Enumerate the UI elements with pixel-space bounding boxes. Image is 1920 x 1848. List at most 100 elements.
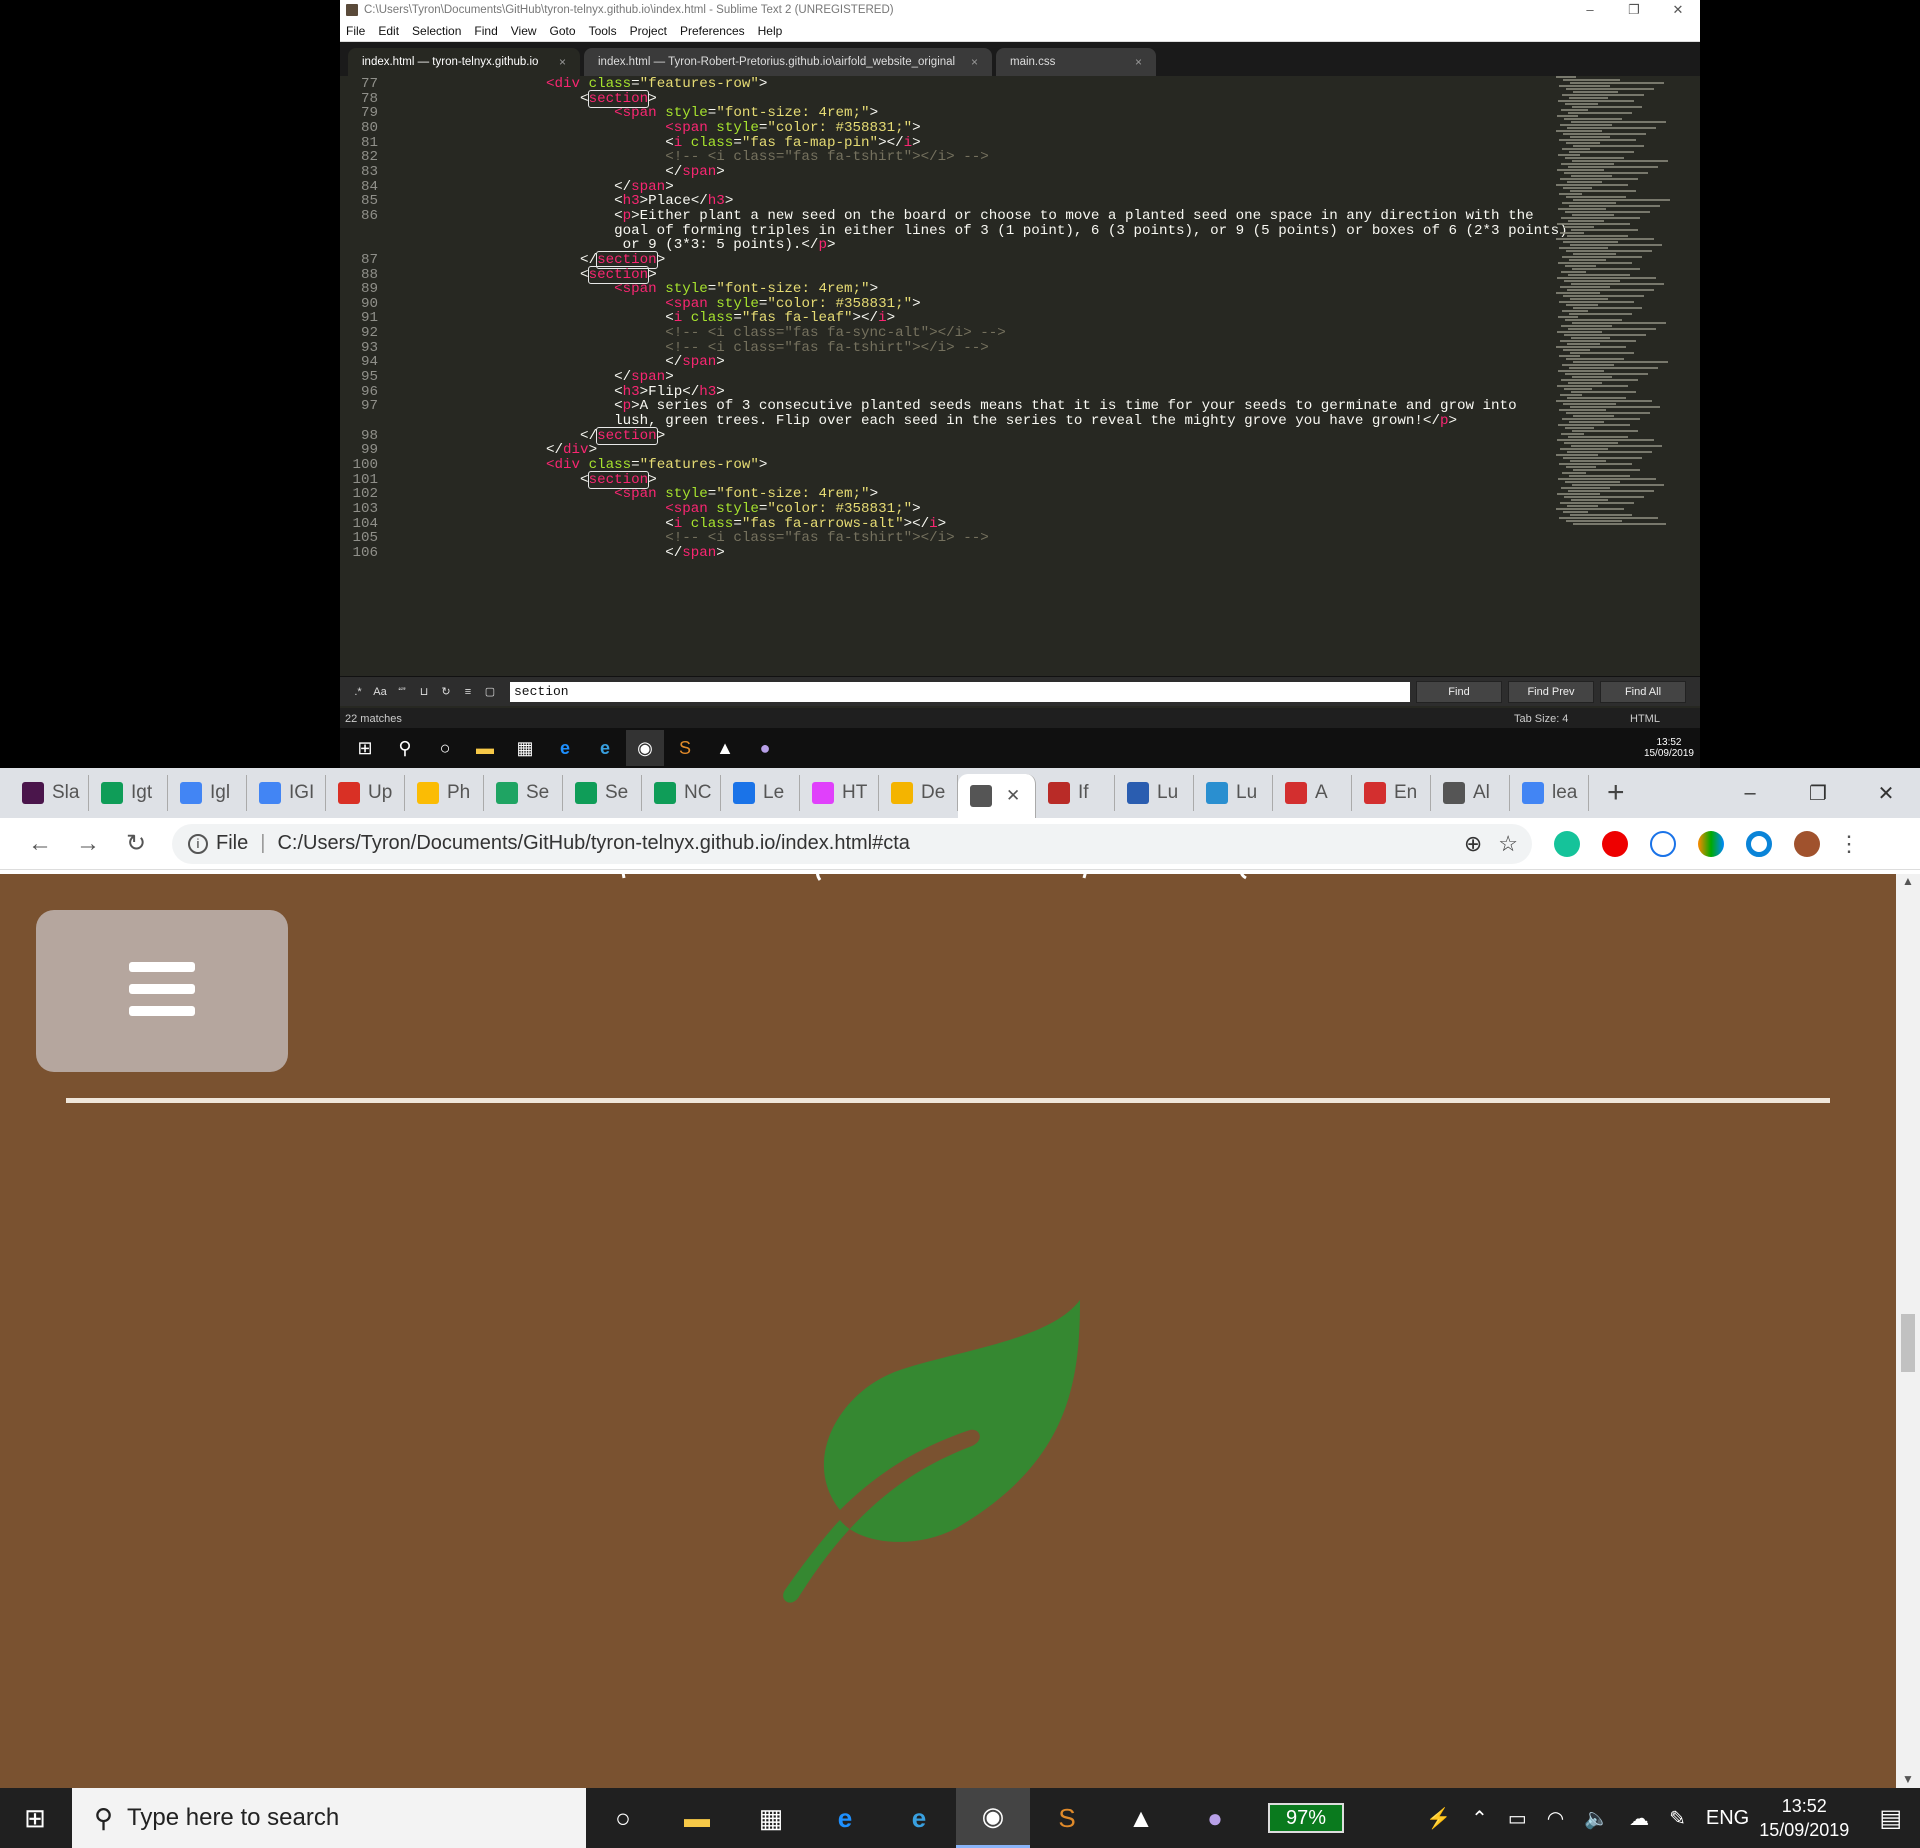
menu-tools[interactable]: Tools [589, 24, 617, 38]
code-line[interactable]: </span> [546, 354, 725, 370]
browser-tab[interactable]: Se [484, 775, 563, 811]
chevron-up-icon[interactable]: ⌃ [1471, 1806, 1488, 1831]
bookmark-star-icon[interactable]: ☆ [1498, 831, 1518, 857]
minimize-icon[interactable]: – [1716, 782, 1784, 805]
ie-icon[interactable]: e [882, 1788, 956, 1848]
wrap-toggle[interactable]: ⊔ [414, 683, 434, 701]
edge-icon[interactable]: e [808, 1788, 882, 1848]
circle-extension-icon[interactable] [1746, 830, 1772, 857]
browser-tab[interactable]: Up [326, 775, 405, 811]
browser-tab[interactable]: A [1273, 775, 1352, 811]
chrome-icon[interactable]: ◉ [626, 730, 664, 766]
menu-find[interactable]: Find [474, 24, 497, 38]
code-line[interactable]: </section> [546, 250, 665, 269]
tab-close-icon[interactable]: × [1125, 55, 1142, 69]
code-line[interactable]: <section> [546, 89, 657, 108]
code-line[interactable]: goal of forming triples in either lines … [546, 223, 1568, 239]
menu-project[interactable]: Project [630, 24, 667, 38]
tab-close-icon[interactable]: × [961, 55, 978, 69]
highlight-toggle[interactable]: ≡ [458, 683, 478, 701]
restore-icon[interactable]: ❐ [1784, 781, 1852, 806]
menu-file[interactable]: File [346, 24, 365, 38]
chrome-menu-icon[interactable]: ⋮ [1838, 831, 1860, 857]
power-plug-icon[interactable]: ⚡ [1426, 1806, 1451, 1831]
menu-help[interactable]: Help [758, 24, 783, 38]
close-icon[interactable]: ✕ [1656, 2, 1700, 18]
code-line[interactable]: <section> [546, 265, 657, 284]
cortana-icon[interactable]: ○ [586, 1788, 660, 1848]
scroll-down-icon[interactable]: ▼ [1896, 1772, 1920, 1786]
regex-toggle[interactable]: .* [348, 683, 368, 701]
taskbar-clock[interactable]: 13:52 15/09/2019 [1759, 1794, 1849, 1842]
page-scrollbar[interactable]: ▲ ▼ [1896, 874, 1920, 1788]
code-editor[interactable]: 77 <div class="features-row"> 78 <section>… [340, 76, 1700, 674]
menu-view[interactable]: View [511, 24, 537, 38]
restore-icon[interactable]: ❐ [1612, 2, 1656, 18]
find-button[interactable]: Find [1416, 680, 1502, 703]
windows-start-icon[interactable]: ⊞ [346, 730, 384, 766]
info-icon[interactable]: i [188, 833, 208, 854]
browser-tab[interactable]: En [1352, 775, 1431, 811]
grammarly-icon[interactable] [1554, 830, 1580, 857]
github-desktop-icon[interactable]: ● [1178, 1788, 1252, 1848]
code-line[interactable]: <!-- <i class="fas fa-tshirt"></i> --> [546, 530, 989, 546]
tab-index-telnyx[interactable]: index.html — tyron-telnyx.github.io × [348, 48, 580, 76]
tab-close-icon[interactable]: ✕ [1006, 786, 1020, 806]
code-line[interactable]: <h3>Flip</h3> [546, 384, 725, 400]
code-line[interactable]: lush, green trees. Flip over each seed i… [546, 413, 1457, 429]
battery-icon[interactable]: ▭ [1508, 1806, 1527, 1831]
browser-tab[interactable]: Lu [1194, 775, 1273, 811]
battery-indicator[interactable]: 97% [1268, 1803, 1344, 1833]
case-toggle[interactable]: Aa [370, 683, 390, 701]
photos-icon[interactable]: ▲ [706, 730, 744, 766]
find-all-button[interactable]: Find All [1600, 680, 1686, 703]
new-tab-button[interactable]: + [1607, 776, 1625, 810]
close-icon[interactable]: ✕ [1852, 781, 1920, 806]
language-indicator[interactable]: ENG [1706, 1807, 1749, 1830]
edge-icon[interactable]: e [546, 730, 584, 766]
code-line[interactable]: <!-- <i class="fas fa-tshirt"></i> --> [546, 340, 989, 356]
browser-tab[interactable]: Lu [1115, 775, 1194, 811]
browser-tab[interactable]: De [879, 775, 958, 811]
pen-icon[interactable]: ✎ [1669, 1806, 1686, 1831]
browser-tab[interactable]: Ph [405, 775, 484, 811]
code-line[interactable]: </section> [546, 426, 665, 445]
minimize-icon[interactable]: – [1568, 2, 1612, 18]
browser-tab[interactable]: Se [563, 775, 642, 811]
minimap[interactable] [1556, 76, 1686, 546]
windows-start-icon[interactable]: ⊞ [0, 1788, 70, 1848]
code-line[interactable]: <section> [546, 470, 657, 489]
code-line[interactable]: <span style="color: #358831;"> [546, 296, 920, 312]
code-line[interactable]: <span style="color: #358831;"> [546, 501, 920, 517]
file-explorer-icon[interactable]: ▬ [660, 1788, 734, 1848]
code-line[interactable]: <span style="font-size: 4rem;"> [546, 486, 878, 502]
in-selection-toggle[interactable]: ↻ [436, 683, 456, 701]
notifications-icon[interactable]: ▤ [1879, 1804, 1902, 1833]
inner-clock[interactable]: 13:52 15/09/2019 [1644, 737, 1694, 759]
code-line[interactable]: or 9 (3*3: 5 points).</p> [546, 237, 836, 253]
browser-tab[interactable]: If [1036, 775, 1115, 811]
whole-word-toggle[interactable]: “” [392, 683, 412, 701]
scroll-thumb[interactable] [1901, 1314, 1915, 1372]
code-line[interactable]: <span style="color: #358831;"> [546, 120, 920, 136]
code-line[interactable]: <i class="fas fa-map-pin"></i> [546, 135, 920, 151]
chrome-icon[interactable]: ◉ [956, 1788, 1030, 1848]
github-desktop-icon[interactable]: ● [746, 730, 784, 766]
tab-index-airfold[interactable]: index.html — Tyron-Robert-Pretorius.gith… [584, 48, 992, 76]
hamburger-menu-button[interactable] [36, 910, 288, 1072]
tab-close-icon[interactable]: × [549, 55, 566, 69]
volume-icon[interactable]: 🔈 [1584, 1806, 1609, 1831]
code-line[interactable]: </span> [546, 164, 725, 180]
scroll-up-icon[interactable]: ▲ [1896, 874, 1920, 888]
photos-icon[interactable]: ▲ [1104, 1788, 1178, 1848]
browser-tab[interactable]: IGI [247, 775, 326, 811]
cortana-icon[interactable]: ○ [426, 730, 464, 766]
menu-selection[interactable]: Selection [412, 24, 461, 38]
browser-tab[interactable]: HT [800, 775, 879, 811]
code-line[interactable]: <!-- <i class="fas fa-sync-alt"></i> --> [546, 325, 1006, 341]
code-line[interactable]: <span style="font-size: 4rem;"> [546, 281, 878, 297]
menu-edit[interactable]: Edit [378, 24, 399, 38]
address-bar[interactable]: i File | C:/Users/Tyron/Documents/GitHub… [172, 823, 1532, 864]
code-line[interactable]: <p>Either plant a new seed on the board … [546, 208, 1534, 224]
code-line[interactable]: <i class="fas fa-leaf"></i> [546, 310, 895, 326]
